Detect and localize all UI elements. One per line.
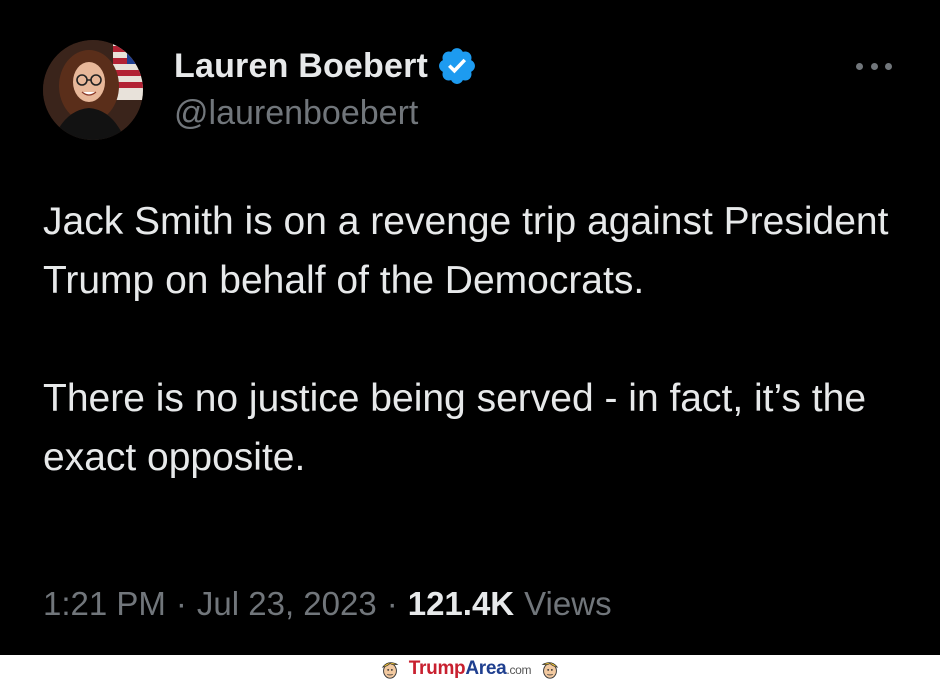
meta-separator: ·: [175, 585, 187, 622]
watermark-footer: TrumpArea.com: [0, 655, 940, 683]
more-dot-icon: [856, 62, 863, 70]
meta-separator: ·: [386, 585, 398, 622]
author-name-row[interactable]: Lauren Boebert: [174, 44, 478, 88]
author-display-name[interactable]: Lauren Boebert: [174, 47, 428, 86]
tweet-text: Jack Smith is on a revenge trip against …: [43, 192, 903, 487]
author-handle[interactable]: @laurenboebert: [174, 94, 418, 133]
trump-caricature-right-icon: [541, 662, 559, 679]
tweet-paragraph: There is no justice being served - in fa…: [43, 377, 867, 479]
avatar-image: [43, 40, 143, 140]
more-dot-icon: [885, 62, 892, 70]
watermark-brand: TrumpArea.com: [408, 658, 532, 679]
more-options-button[interactable]: [852, 52, 896, 80]
tweet-time[interactable]: 1:21 PM: [43, 585, 166, 623]
trump-caricature-left-icon: [381, 662, 399, 679]
views-label: Views: [524, 585, 612, 622]
verified-badge-icon: [439, 48, 476, 84]
avatar[interactable]: [43, 40, 143, 140]
tweet-date[interactable]: Jul 23, 2023: [197, 585, 377, 623]
tweet-card: Lauren Boebert @laurenboebert Jack Smith…: [0, 0, 940, 655]
views-count[interactable]: 121.4K: [408, 585, 514, 623]
tweet-meta: 1:21 PM · Jul 23, 2023 · 121.4K Views: [43, 585, 612, 623]
tweet-paragraph: Jack Smith is on a revenge trip against …: [43, 200, 889, 302]
more-dot-icon: [870, 62, 878, 70]
